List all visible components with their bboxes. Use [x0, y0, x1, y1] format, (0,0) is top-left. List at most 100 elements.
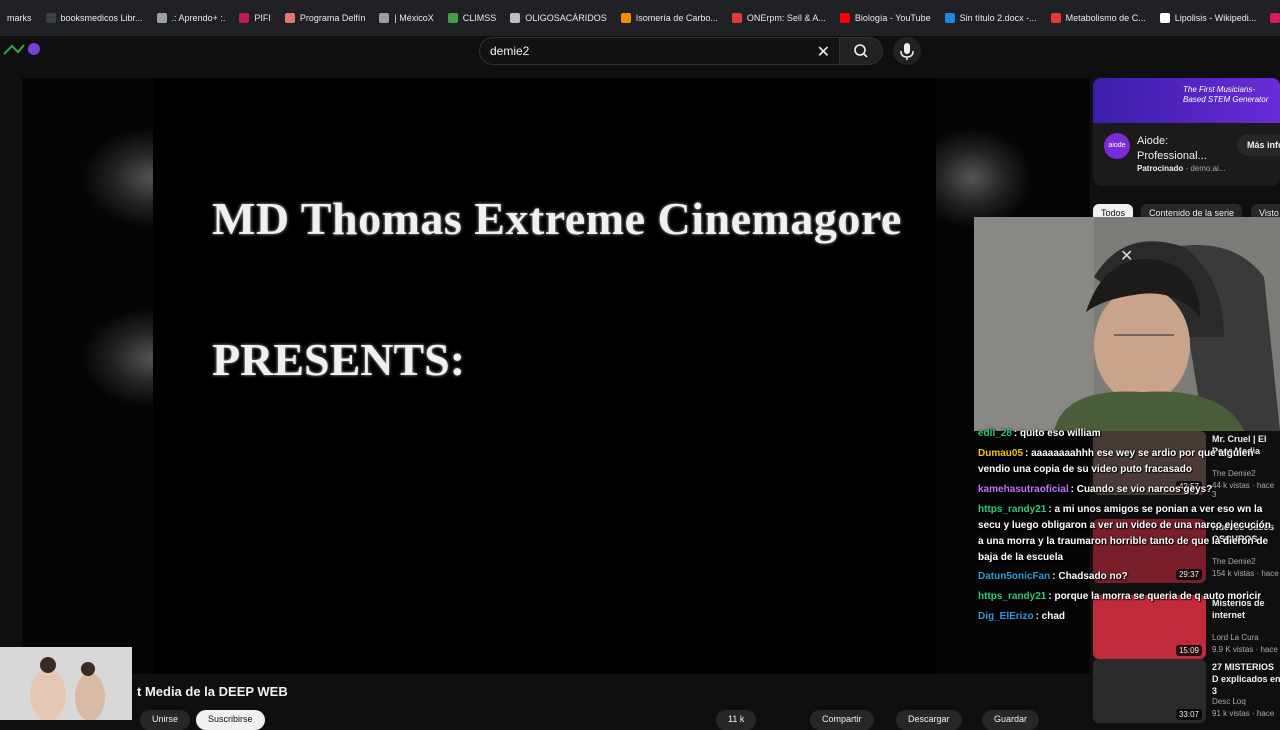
voice-search-button[interactable]	[893, 37, 921, 65]
bookmark-item[interactable]: Metabolismo de C...	[1044, 7, 1153, 29]
save-button[interactable]: Guardar	[982, 710, 1040, 730]
chat-username: edil_28	[978, 428, 1012, 439]
bookmark-favicon-icon	[620, 13, 631, 23]
search-button[interactable]	[839, 37, 883, 65]
chat-username: kamehasutraoficial	[978, 484, 1069, 495]
channel-logo-icon[interactable]	[2, 40, 42, 60]
related-views: 9.9 K vistas · hace	[1212, 645, 1278, 654]
bookmark-favicon-icon	[1159, 13, 1170, 23]
bookmark-label: booksmedicos Libr...	[60, 13, 143, 23]
bookmark-item[interactable]: Biología - YouTube	[833, 7, 938, 29]
video-duration: 15:09	[1175, 645, 1202, 656]
bookmark-label: Programa Delfín	[299, 13, 366, 23]
bookmark-favicon-icon	[944, 13, 955, 23]
chat-username: Dig_ElErizo	[978, 611, 1034, 622]
related-thumbnail[interactable]: 33:07	[1093, 659, 1206, 723]
video-text-line2: PRESENTS:	[212, 334, 466, 385]
bookmark-item[interactable]: Lipólisis - EcuRed	[1263, 7, 1280, 29]
video-duration: 33:07	[1175, 709, 1202, 720]
like-button[interactable]: 11 k	[716, 710, 757, 730]
subscribe-button[interactable]: Suscribirse	[196, 710, 265, 730]
search-input[interactable]: demie2 ✕	[479, 37, 841, 65]
bookmark-label: CLIMSS	[462, 13, 497, 23]
chat-text: : Cuando se vio narcos geys?	[1070, 484, 1213, 495]
svg-text:✕: ✕	[1120, 246, 1133, 265]
bookmark-label: Lipolisis - Wikipedi...	[1174, 13, 1257, 23]
bookmark-favicon-icon	[239, 13, 250, 23]
bookmark-item[interactable]: .: Aprendo+ :.	[150, 7, 233, 29]
chat-username: https_randy21	[978, 591, 1047, 602]
bookmark-label: | MéxicoX	[394, 13, 434, 23]
join-button[interactable]: Unirse	[140, 710, 191, 730]
pip-thumbnail[interactable]	[0, 647, 132, 720]
chat-message: https_randy21: a mi unos amigos se ponia…	[978, 502, 1278, 566]
bookmark-label: Isomería de Carbo...	[635, 13, 718, 23]
related-title[interactable]: 27 MISTERIOS D explicados en 3	[1212, 661, 1280, 697]
bookmark-favicon-icon	[731, 13, 742, 23]
chat-text: : quito eso william	[1013, 428, 1101, 439]
youtube-header: demie2 ✕	[0, 36, 1280, 76]
bookmark-label: OLIGOSACÁRIDOS	[525, 13, 607, 23]
bookmark-favicon-icon	[1270, 13, 1280, 23]
download-button[interactable]: Descargar	[896, 710, 962, 730]
bookmark-label: Metabolismo de C...	[1065, 13, 1146, 23]
search-query[interactable]: demie2	[490, 44, 529, 58]
bookmark-label: PIFI	[254, 13, 271, 23]
chat-username: https_randy21	[978, 504, 1047, 515]
advertiser-logo: aiode	[1104, 133, 1130, 159]
video-text-line1: MD Thomas Extreme Cinemagore	[212, 193, 902, 244]
ad-banner-text: The First Musicians-Based STEM Generator	[1183, 85, 1269, 104]
ad-card[interactable]: The First Musicians-Based STEM Generator…	[1093, 78, 1280, 186]
bookmark-item[interactable]: PIFI	[232, 7, 278, 29]
chat-message: kamehasutraoficial: Cuando se vio narcos…	[978, 482, 1278, 498]
bookmark-item[interactable]: Programa Delfín	[278, 7, 373, 29]
bookmark-favicon-icon	[45, 13, 56, 23]
bookmark-favicon-icon	[284, 13, 295, 23]
microphone-icon	[900, 43, 914, 60]
chat-text: : Chadsado no?	[1052, 571, 1128, 582]
video-title: t Media de la DEEP WEB	[137, 684, 288, 699]
bookmark-item[interactable]: | MéxicoX	[372, 7, 440, 29]
bookmark-label: .: Aprendo+ :.	[171, 13, 226, 23]
chat-message: Datun5onicFan: Chadsado no?	[978, 569, 1278, 585]
chat-message: edil_28: quito eso william	[978, 426, 1278, 442]
bookmark-favicon-icon	[379, 13, 390, 23]
bookmark-item[interactable]: Sin título 2.docx -...	[938, 7, 1044, 29]
bookmark-item[interactable]: booksmedicos Libr...	[39, 7, 150, 29]
bookmark-item[interactable]: Isomería de Carbo...	[614, 7, 725, 29]
bookmark-item[interactable]: CLIMSS	[441, 7, 504, 29]
related-channel[interactable]: Lord La Cura	[1212, 633, 1259, 642]
bookmark-favicon-icon	[156, 13, 167, 23]
clear-search-icon[interactable]: ✕	[817, 42, 830, 62]
bookmark-favicon-icon	[1050, 13, 1061, 23]
chat-username: Dumau05	[978, 448, 1024, 459]
webcam-image: ✕	[974, 217, 1280, 431]
bookmark-item[interactable]: ONErpm: Sell & A...	[725, 7, 833, 29]
chat-message: Dumau05: aaaaaaaahhh ese wey se ardio po…	[978, 446, 1278, 478]
bookmark-favicon-icon	[510, 13, 521, 23]
chat-message: https_randy21: porque la morra se queria…	[978, 589, 1278, 605]
bookmark-favicon-icon	[447, 13, 458, 23]
bookmark-label: ONErpm: Sell & A...	[746, 13, 826, 23]
more-info-button[interactable]: Más info	[1237, 134, 1280, 156]
chat-text: : porque la morra se queria de q auto mo…	[1048, 591, 1262, 602]
share-button[interactable]: Compartir	[810, 710, 874, 730]
search-icon	[854, 44, 868, 58]
pip-image	[0, 647, 132, 720]
bookmark-label: Sin título 2.docx -...	[959, 13, 1037, 23]
bookmarks-bar: marks booksmedicos Libr... .: Aprendo+ :. P…	[0, 0, 1280, 36]
webcam-overlay: ✕	[974, 217, 1280, 431]
bookmark-item[interactable]: marks	[0, 7, 39, 29]
ad-sponsored: Patrocinado · demo.ai...	[1137, 164, 1226, 173]
bookmark-item[interactable]: OLIGOSACÁRIDOS	[503, 7, 614, 29]
bookmark-label: Biología - YouTube	[854, 13, 931, 23]
bookmark-favicon-icon	[839, 13, 850, 23]
bookmark-item[interactable]: Lipolisis - Wikipedi...	[1153, 7, 1264, 29]
ad-banner[interactable]: The First Musicians-Based STEM Generator	[1093, 78, 1280, 123]
chat-text: : chad	[1035, 611, 1066, 622]
related-views: 91 k vistas · hace	[1212, 709, 1275, 718]
bookmark-label: marks	[7, 13, 32, 23]
related-channel[interactable]: Desc Loq	[1212, 697, 1246, 706]
ad-title[interactable]: Aiode: Professional...	[1137, 134, 1215, 164]
related-video-item[interactable]: 33:07 27 MISTERIOS D explicados en 3 Desc …	[1093, 659, 1280, 723]
